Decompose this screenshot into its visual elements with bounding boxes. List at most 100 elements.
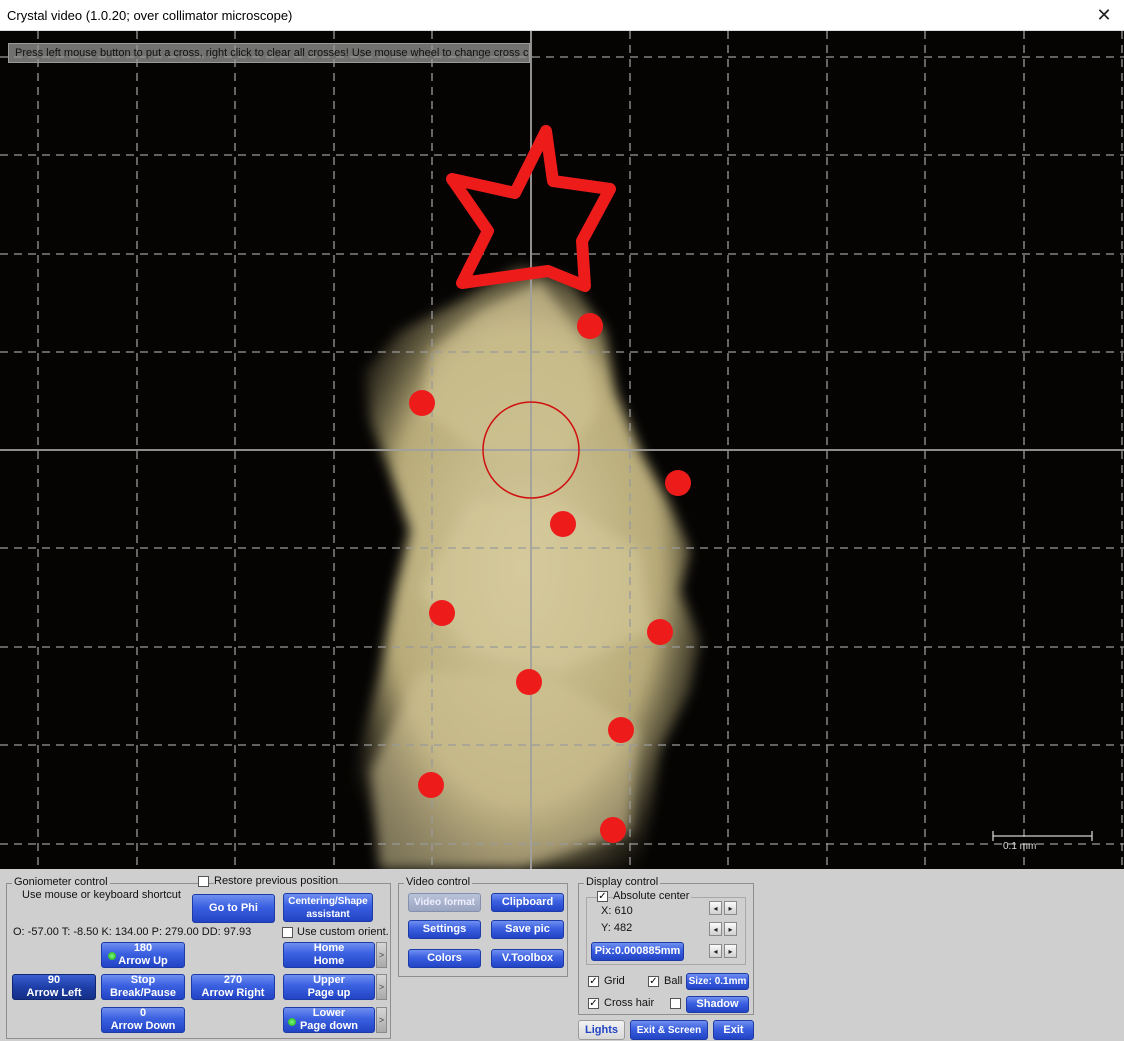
settings-label: Settings — [422, 923, 467, 935]
centering-line1: Centering/Shape — [288, 895, 368, 907]
goniometer-title: Goniometer control — [12, 876, 110, 888]
save-pic-button[interactable]: Save pic — [491, 920, 564, 939]
exit-button[interactable]: Exit — [713, 1020, 754, 1040]
shadow-label: Shadow — [696, 998, 739, 1010]
scale-label: 0.1 mm — [1003, 841, 1037, 852]
home-line2: Home — [313, 955, 345, 967]
scale-bar — [992, 831, 1093, 841]
exit-and-screen-button[interactable]: Exit & Screen — [630, 1020, 708, 1040]
restore-label: Restore previous position — [214, 875, 339, 887]
arrow-left-icon: ◂ — [713, 924, 718, 934]
arrow-left-label: Arrow Left — [26, 987, 82, 999]
settings-button[interactable]: Settings — [408, 920, 481, 939]
center-y-value: Y: 482 — [601, 922, 633, 934]
y-increase-button[interactable]: ▸ — [724, 922, 737, 936]
lower-expand-button[interactable]: > — [376, 1007, 387, 1033]
save-pic-label: Save pic — [505, 923, 550, 935]
arrow-left-button[interactable]: 90 Arrow Left — [12, 974, 96, 1000]
chevron-right-icon: > — [378, 982, 385, 992]
pix-decrease-button[interactable]: ◂ — [709, 944, 722, 958]
home-expand-button[interactable]: > — [376, 942, 387, 968]
video-image — [0, 31, 1124, 869]
custom-orient-checkbox[interactable] — [282, 927, 293, 938]
colors-button[interactable]: Colors — [408, 949, 481, 968]
home-line1: Home — [313, 942, 345, 954]
arrow-right-value: 270 — [223, 974, 243, 986]
video-format-label: Video format — [414, 897, 475, 908]
control-panel: Goniometer control Restore previous posi… — [0, 869, 1124, 1041]
video-format-button[interactable]: Video format — [408, 893, 481, 912]
arrow-down-button[interactable]: 0 Arrow Down — [101, 1007, 185, 1033]
restore-checkbox[interactable] — [198, 876, 209, 887]
arrow-up-value: 180 — [133, 942, 153, 954]
lower-button[interactable]: Lower Page down — [283, 1007, 375, 1033]
arrow-right-button[interactable]: 270 Arrow Right — [191, 974, 275, 1000]
ball-checkbox[interactable]: ✓ — [648, 976, 659, 987]
status-led-icon — [108, 952, 116, 960]
crosshair-label: Cross hair — [604, 997, 655, 1009]
go-to-phi-label: Go to Phi — [209, 902, 258, 914]
arrow-right-icon: ▸ — [728, 946, 733, 956]
center-x-value: X: 610 — [601, 905, 633, 917]
home-button[interactable]: Home Home — [283, 942, 375, 968]
display-title: Display control — [584, 876, 661, 888]
video-viewport[interactable]: Press left mouse button to put a cross, … — [0, 31, 1124, 869]
toolbox-button[interactable]: V.Toolbox — [491, 949, 564, 968]
upper-expand-button[interactable]: > — [376, 974, 387, 1000]
crosshair-checkbox[interactable]: ✓ — [588, 998, 599, 1009]
title-bar: Crystal video (1.0.20; over collimator m… — [0, 0, 1124, 31]
go-to-phi-button[interactable]: Go to Phi — [192, 894, 275, 923]
pix-increase-button[interactable]: ▸ — [724, 944, 737, 958]
arrow-left-value: 90 — [47, 974, 61, 986]
stop-button[interactable]: Stop Break/Pause — [101, 974, 185, 1000]
stop-label: Stop — [130, 974, 156, 986]
video-title: Video control — [404, 876, 473, 888]
arrow-up-label: Arrow Up — [118, 955, 168, 967]
instruction-hint: Press left mouse button to put a cross, … — [8, 43, 530, 63]
arrow-right-icon: ▸ — [728, 903, 733, 913]
exit-and-screen-label: Exit & Screen — [636, 1024, 702, 1036]
arrow-down-value: 0 — [139, 1007, 147, 1019]
status-led-icon — [288, 1018, 296, 1026]
arrow-left-icon: ◂ — [713, 903, 718, 913]
absolute-center-label: Absolute center — [613, 890, 692, 902]
centering-line2: assistant — [306, 908, 350, 920]
x-increase-button[interactable]: ▸ — [724, 901, 737, 915]
arrow-right-label: Arrow Right — [201, 987, 265, 999]
grid-label: Grid — [604, 975, 625, 987]
arrow-right-icon: ▸ — [728, 924, 733, 934]
window-title: Crystal video (1.0.20; over collimator m… — [7, 8, 293, 23]
position-readout: O: -57.00 T: -8.50 K: 134.00 P: 279.00 D… — [13, 926, 252, 938]
centering-assistant-button[interactable]: Centering/Shape assistant — [283, 893, 373, 922]
chevron-right-icon: > — [378, 950, 385, 960]
shortcut-hint: Use mouse or keyboard shortcut — [22, 889, 181, 901]
lights-button[interactable]: Lights — [578, 1020, 625, 1040]
upper-button[interactable]: Upper Page up — [283, 974, 375, 1000]
break-label: Break/Pause — [109, 987, 177, 999]
ball-size-label: Size: 0.1mm — [688, 976, 747, 987]
clipboard-button[interactable]: Clipboard — [491, 893, 564, 912]
ball-size-button[interactable]: Size: 0.1mm — [686, 973, 749, 990]
lower-line2: Page down — [299, 1020, 359, 1032]
y-decrease-button[interactable]: ◂ — [709, 922, 722, 936]
grid-checkbox[interactable]: ✓ — [588, 976, 599, 987]
shadow-checkbox[interactable] — [670, 998, 681, 1009]
colors-label: Colors — [427, 952, 462, 964]
pixel-size-button[interactable]: Pix:0.000885mm — [591, 942, 684, 961]
toolbox-label: V.Toolbox — [501, 952, 554, 964]
ball-label: Ball — [664, 975, 683, 987]
lights-label: Lights — [585, 1023, 618, 1036]
arrow-left-icon: ◂ — [713, 946, 718, 956]
exit-label: Exit — [723, 1023, 744, 1036]
close-button[interactable]: ✕ — [1084, 0, 1124, 31]
absolute-center-checkbox[interactable]: ✓ — [597, 891, 608, 902]
lower-line1: Lower — [312, 1007, 346, 1019]
crystal-tree — [345, 266, 700, 869]
arrow-down-label: Arrow Down — [110, 1020, 176, 1032]
arrow-up-button[interactable]: 180 Arrow Up — [101, 942, 185, 968]
x-decrease-button[interactable]: ◂ — [709, 901, 722, 915]
custom-orient-label: Use custom orient. — [297, 926, 389, 938]
shadow-button[interactable]: Shadow — [686, 996, 749, 1013]
upper-line1: Upper — [313, 974, 345, 986]
pixel-size-label: Pix:0.000885mm — [594, 945, 681, 957]
